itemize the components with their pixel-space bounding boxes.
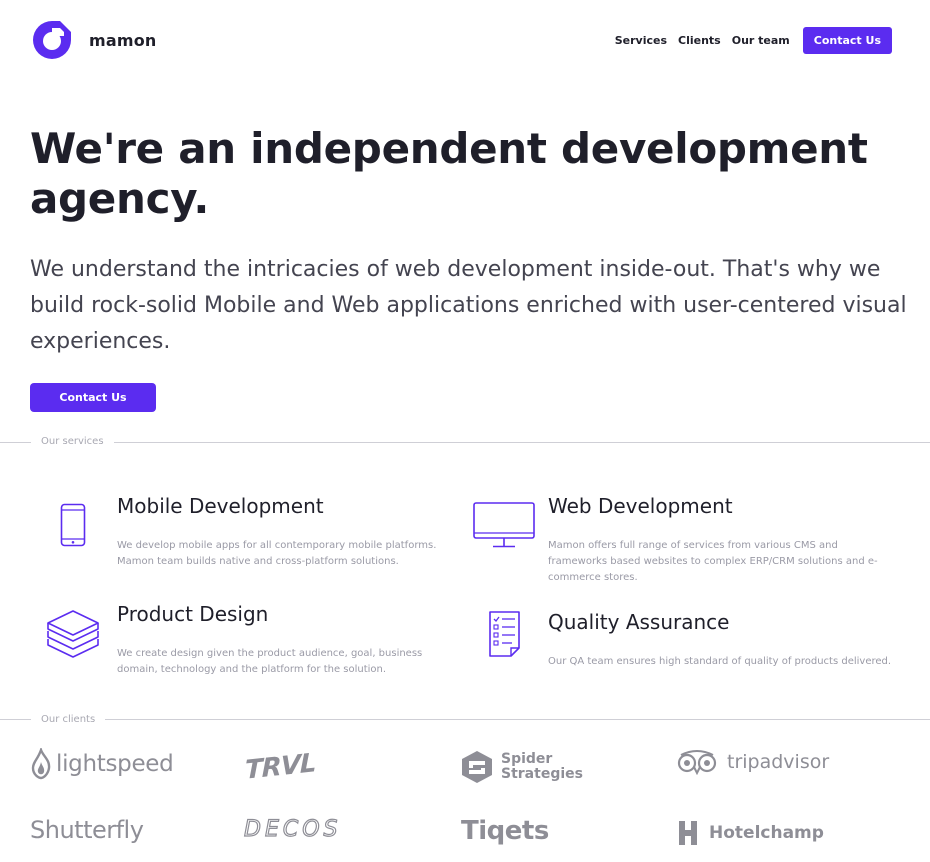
nav-our-team[interactable]: Our team — [732, 28, 790, 54]
client-logo-text: tripadvisor — [727, 751, 830, 773]
client-logo-text: lightspeed — [56, 751, 174, 777]
clients-section-label: Our clients — [31, 713, 106, 727]
client-logo-text: Hotelchamp — [709, 823, 824, 843]
nav-clients[interactable]: Clients — [678, 28, 721, 54]
service-description: Mamon offers full range of services from… — [548, 540, 878, 583]
smartphone-icon — [60, 503, 86, 547]
layers-icon — [47, 610, 99, 658]
hero-title: We're an independent development agency. — [30, 124, 868, 223]
services-section-label: Our services — [31, 435, 114, 449]
client-logo-text: Shutterfly — [30, 816, 144, 844]
client-logo-text: Strategies — [501, 766, 583, 782]
clients-divider — [0, 719, 930, 720]
client-logo-tiqets: Tiqets — [461, 816, 549, 846]
service-title: Mobile Development — [117, 494, 324, 518]
monitor-icon — [473, 502, 535, 548]
hero-subtitle: We understand the intricacies of web dev… — [30, 257, 907, 354]
hotelchamp-h-icon — [679, 821, 697, 845]
client-logo-shutterfly: Shutterfly — [30, 816, 144, 844]
service-description: Our QA team ensures high standard of qua… — [548, 656, 892, 667]
service-title: Product Design — [117, 602, 269, 626]
services-divider — [0, 442, 930, 443]
client-logo-text: TRVL — [245, 748, 316, 786]
owl-icon — [677, 750, 717, 775]
client-logo-lightspeed: lightspeed — [30, 748, 174, 780]
client-logo-travel: TRVL — [245, 748, 315, 785]
site-header: mamon Services Clients Our team Contact … — [0, 0, 930, 80]
checklist-icon — [489, 611, 520, 657]
client-logo-text: Spider — [501, 751, 553, 767]
flame-icon — [31, 748, 51, 780]
client-logo-text: Tiqets — [461, 816, 549, 846]
service-description: We create design given the product audie… — [117, 648, 423, 675]
client-logo-tripadvisor: tripadvisor — [677, 749, 829, 775]
service-description: We develop mobile apps for all contempor… — [117, 540, 437, 567]
service-title: Quality Assurance — [548, 610, 730, 634]
service-title: Web Development — [548, 494, 733, 518]
client-logo-decos: DECOS — [243, 816, 342, 842]
mamon-logo-icon[interactable] — [30, 18, 74, 62]
main-nav: Services Clients Our team Contact Us — [615, 27, 892, 54]
client-logo-spider-strategies: Spider Strategies — [461, 750, 583, 784]
nav-contact-button[interactable]: Contact Us — [802, 27, 892, 54]
nav-services[interactable]: Services — [615, 28, 667, 54]
brand-name[interactable]: mamon — [89, 31, 157, 50]
client-logo-hotelchamp: Hotelchamp — [677, 820, 824, 846]
client-logo-text: DECOS — [243, 816, 342, 842]
hero-contact-button[interactable]: Contact Us — [30, 383, 156, 412]
spider-hex-icon — [462, 751, 492, 783]
